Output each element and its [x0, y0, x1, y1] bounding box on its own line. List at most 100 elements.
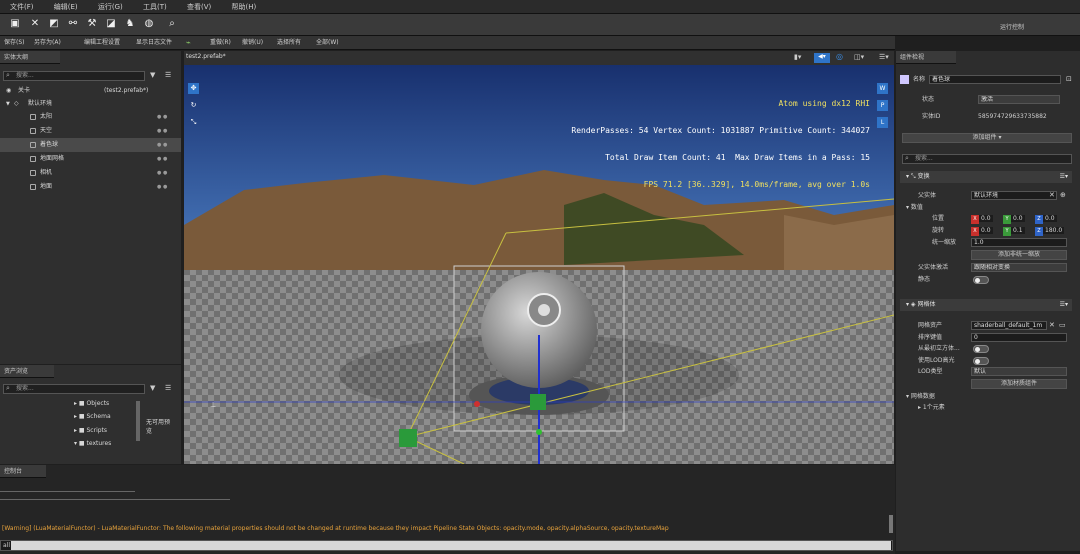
animation-icon[interactable]: ⚒ — [86, 18, 98, 30]
visibility-icon[interactable]: ● ● — [157, 166, 167, 180]
menu-icon[interactable]: ☰▾ — [1060, 171, 1068, 183]
menu-icon[interactable]: ☰ — [165, 384, 171, 392]
material-editor-icon[interactable]: ◩ — [48, 18, 60, 30]
layout-icon[interactable]: ◫▾ — [854, 53, 864, 61]
folder-row[interactable]: ▸ ■ Objects — [74, 400, 109, 407]
new-level-icon[interactable]: ▣ — [9, 18, 21, 30]
menu-file[interactable]: 文件(F) — [10, 0, 42, 14]
y-value[interactable]: 0.0 — [1011, 215, 1025, 222]
select-all-button[interactable]: 选择所有 — [277, 36, 301, 50]
mesh-stats-group[interactable]: ▾ 网格数据 — [906, 392, 935, 402]
console-title[interactable]: 控制台 — [0, 465, 46, 478]
script-canvas-icon[interactable]: ⚯ — [67, 18, 79, 30]
viewport[interactable]: Atom using dx12 RHI RenderPasses: 54 Ver… — [184, 65, 894, 464]
rotation-y[interactable]: Y 0.1 — [1003, 226, 1031, 236]
camera-icon[interactable]: ▮▾ — [794, 53, 801, 61]
menu-help[interactable]: 帮助(H) — [231, 0, 264, 14]
redo-button[interactable]: 重做(R) — [210, 36, 231, 50]
filter-icon[interactable]: ▼ — [150, 384, 155, 392]
tree-root[interactable]: ◉ 关卡 (test2.prefab*) — [0, 84, 181, 98]
project-settings-button[interactable]: 编辑工程设置 — [84, 36, 120, 50]
save-as-button[interactable]: 另存为(A) — [34, 36, 61, 50]
run-control-label[interactable]: 运行控制 — [1000, 22, 1024, 31]
scale-field[interactable]: 1.0 — [971, 238, 1067, 247]
folder-row[interactable]: ▾ ■ textures — [74, 440, 111, 447]
sort-key-field[interactable]: 0 — [971, 333, 1067, 342]
asset-browser-title[interactable]: 资产浏览 — [0, 365, 54, 378]
transform-header[interactable]: ▾ ⤡ 变换 ☰▾ — [900, 171, 1072, 183]
viewport-tab[interactable]: test2.prefab* — [186, 53, 226, 60]
rotation-z[interactable]: Z 180.0 — [1035, 226, 1069, 236]
scale-tool-icon[interactable]: ⤡ — [188, 117, 199, 128]
run-icon[interactable]: ♞ — [124, 18, 136, 30]
pin-icon[interactable]: ⊡ — [1066, 75, 1072, 83]
add-material-button[interactable]: 添加材质组件 — [971, 379, 1067, 389]
rotate-tool-icon[interactable]: ↻ — [188, 100, 199, 111]
close-icon[interactable]: ✕ — [1049, 191, 1055, 199]
show-log-button[interactable]: 显示日志文件 — [136, 36, 172, 50]
scrollbar[interactable] — [889, 515, 893, 533]
mesh-header[interactable]: ▾ ◈ 网格体 ☰▾ — [900, 299, 1072, 311]
tree-item[interactable]: 太阳 ● ● — [0, 110, 181, 124]
mesh-stats-item[interactable]: ▸ 1个元素 — [918, 403, 945, 413]
gizmo-icon[interactable]: ◎ — [836, 52, 843, 61]
tree-item-selected[interactable]: 着色球 ● ● — [0, 138, 181, 152]
position-x[interactable]: X 0.0 — [971, 214, 999, 224]
rotation-x[interactable]: X 0.0 — [971, 226, 999, 236]
x-value[interactable]: 0.0 — [979, 227, 993, 234]
menu-icon[interactable]: ☰▾ — [1060, 299, 1068, 311]
outliner-search[interactable]: 搜索... — [3, 71, 145, 81]
tree-item[interactable]: 天空 ● ● — [0, 124, 181, 138]
state-dropdown[interactable]: 激活 — [978, 95, 1060, 104]
close-icon[interactable]: ✕ — [1049, 321, 1055, 329]
option-toggle[interactable] — [973, 357, 989, 365]
tree-item[interactable]: 地面网格 ● ● — [0, 152, 181, 166]
console-input[interactable]: all — [0, 540, 893, 551]
globe-icon[interactable]: ◍ — [143, 18, 155, 30]
parent-space-button[interactable]: P — [877, 100, 888, 111]
tree-item[interactable]: 相机 ● ● — [0, 166, 181, 180]
parent-active-dropdown[interactable]: 跟随相对变换 — [971, 263, 1067, 272]
folder-row[interactable]: ▸ ■ Scripts — [74, 427, 107, 434]
save-button[interactable]: 保存(S) — [4, 36, 25, 50]
target-icon[interactable]: ⊕ — [1060, 191, 1066, 199]
console-input-field[interactable] — [11, 541, 891, 550]
audio-icon[interactable]: ◀▾ — [814, 53, 830, 63]
y-value[interactable]: 0.1 — [1011, 227, 1025, 234]
menu-game[interactable]: 运行(G) — [98, 0, 131, 14]
name-field[interactable]: 着色球 — [929, 75, 1061, 84]
visibility-icon[interactable]: ● ● — [157, 152, 167, 166]
visibility-icon[interactable]: ● ● — [157, 110, 167, 124]
move-tool-icon[interactable]: ✥ — [188, 83, 199, 94]
world-space-button[interactable]: W — [877, 83, 888, 94]
position-z[interactable]: Z 0.0 — [1035, 214, 1063, 224]
add-component-button[interactable]: 添加组件 ▾ — [902, 133, 1072, 143]
folder-icon[interactable]: ▭ — [1059, 321, 1066, 329]
menu-view[interactable]: 查看(V) — [187, 0, 219, 14]
static-toggle[interactable] — [973, 276, 989, 284]
local-space-button[interactable]: L — [877, 117, 888, 128]
x-value[interactable]: 0.0 — [979, 215, 993, 222]
inspector-title[interactable]: 组件检视 — [896, 51, 956, 64]
z-value[interactable]: 0.0 — [1043, 215, 1057, 222]
values-group[interactable]: ▾ 数值 — [906, 203, 923, 213]
visibility-icon[interactable]: ● ● — [157, 138, 167, 152]
option-toggle[interactable] — [973, 345, 989, 353]
chart-icon[interactable]: ⌁ — [186, 36, 191, 50]
add-nonuniform-scale-button[interactable]: 添加非统一缩放 — [971, 250, 1067, 260]
visibility-icon[interactable]: ● ● — [157, 180, 167, 194]
menu-tools[interactable]: 工具(T) — [143, 0, 175, 14]
component-search[interactable]: 搜索... — [902, 154, 1072, 164]
undo-button[interactable]: 撤销(U) — [242, 36, 263, 50]
menu-icon[interactable]: ☰ — [165, 71, 171, 79]
mesh-asset-field[interactable]: shaderball_default_1m — [971, 321, 1047, 330]
folder-row[interactable]: ▸ ■ Schema — [74, 413, 111, 420]
outliner-title[interactable]: 实体大纲 — [0, 51, 60, 64]
scrollbar[interactable] — [136, 401, 140, 441]
tree-item[interactable]: 地面 ● ● — [0, 180, 181, 194]
position-y[interactable]: Y 0.0 — [1003, 214, 1031, 224]
tools-icon[interactable]: ✕ — [29, 18, 41, 30]
filter-icon[interactable]: ▼ — [150, 71, 155, 79]
lod-dropdown[interactable]: 默认 — [971, 367, 1067, 376]
asset-search[interactable]: 搜索... — [3, 384, 145, 394]
